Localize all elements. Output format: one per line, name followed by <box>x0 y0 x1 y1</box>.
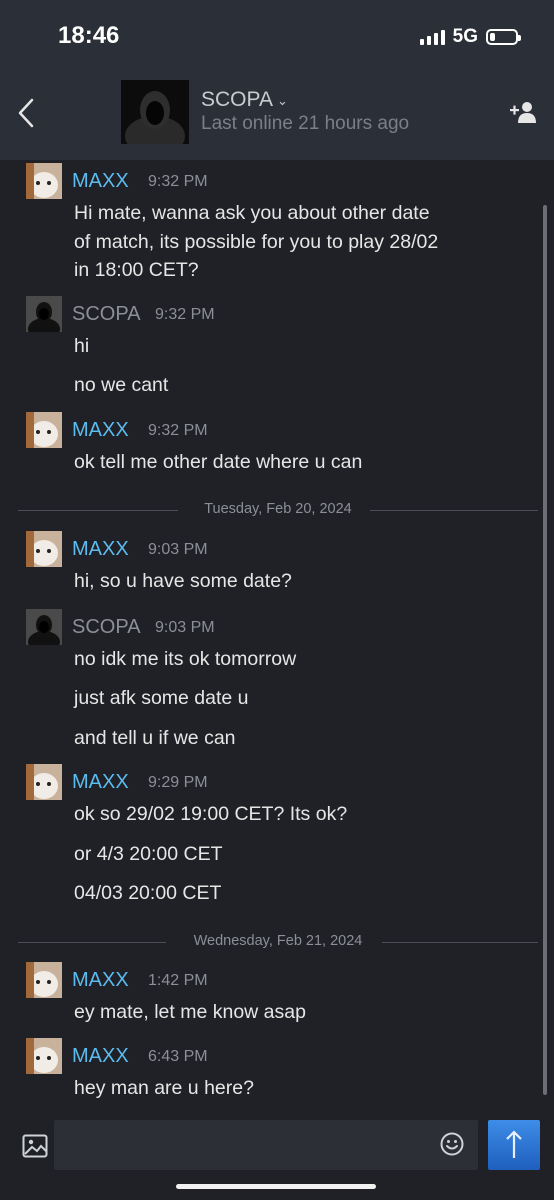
battery-icon <box>486 29 521 45</box>
avatar[interactable] <box>26 296 62 332</box>
network-type: 5G <box>452 26 478 47</box>
message-list[interactable]: MAXX 9:32 PM Hi mate, wanna ask you abou… <box>0 160 554 1110</box>
message-text: or 4/3 20:00 CET <box>74 843 223 865</box>
message-time: 6:43 PM <box>148 1048 208 1065</box>
message-text: and tell u if we can <box>74 727 236 749</box>
message-text: ok tell me other date where u can <box>74 451 363 473</box>
message-time: 9:32 PM <box>148 173 208 190</box>
message-text: of match, its possible for you to play 2… <box>74 231 439 253</box>
message-text: hi, so u have some date? <box>74 570 292 592</box>
message-text: hi <box>74 335 90 357</box>
scrollbar[interactable] <box>543 205 547 1095</box>
message-time: 9:32 PM <box>148 422 208 439</box>
message-time: 9:32 PM <box>155 306 215 323</box>
message-text: no we cant <box>74 374 169 396</box>
status-time: 18:46 <box>58 22 120 49</box>
date-divider: Wednesday, Feb 21, 2024 <box>18 932 538 952</box>
message-text: ok so 29/02 19:00 CET? Its ok? <box>74 803 348 825</box>
contact-name[interactable]: SCOPA <box>201 88 273 112</box>
avatar[interactable] <box>26 962 62 998</box>
avatar[interactable] <box>26 412 62 448</box>
message-text: ey mate, let me know asap <box>74 1001 306 1023</box>
avatar[interactable] <box>26 1038 62 1074</box>
sender-name[interactable]: MAXX <box>72 419 129 442</box>
last-online-status: Last online 21 hours ago <box>201 113 410 134</box>
sender-name[interactable]: MAXX <box>72 969 129 992</box>
chevron-left-icon[interactable] <box>14 96 40 130</box>
cellular-signal-icon <box>419 29 445 45</box>
avatar[interactable] <box>26 531 62 567</box>
message-input[interactable] <box>54 1120 478 1170</box>
app-header: 18:46 5G SCOPA ⌄ Last online 21 hours ag… <box>0 0 554 160</box>
date-divider-label: Tuesday, Feb 20, 2024 <box>204 501 352 517</box>
avatar[interactable] <box>26 764 62 800</box>
date-divider: Tuesday, Feb 20, 2024 <box>18 500 538 520</box>
status-icons: 5G <box>419 26 521 48</box>
message-text: 04/03 20:00 CET <box>74 882 222 904</box>
message-text: hey man are u here? <box>74 1077 254 1099</box>
sender-name[interactable]: MAXX <box>72 170 129 193</box>
sender-name[interactable]: SCOPA <box>72 616 141 639</box>
arrow-up-icon <box>506 1130 522 1158</box>
message-time: 9:03 PM <box>148 541 208 558</box>
sender-name[interactable]: SCOPA <box>72 303 141 326</box>
message-text: in 18:00 CET? <box>74 259 199 281</box>
message-text: Hi mate, wanna ask you about other date <box>74 202 430 224</box>
smiley-icon[interactable] <box>440 1132 464 1156</box>
message-text: just afk some date u <box>74 687 249 709</box>
avatar[interactable] <box>26 163 62 199</box>
add-user-icon[interactable] <box>510 100 538 124</box>
chevron-down-icon[interactable]: ⌄ <box>277 93 288 109</box>
image-icon[interactable] <box>22 1134 48 1158</box>
contact-avatar[interactable] <box>121 80 189 144</box>
message-time: 9:29 PM <box>148 774 208 791</box>
home-indicator <box>176 1184 376 1189</box>
avatar[interactable] <box>26 609 62 645</box>
message-time: 9:03 PM <box>155 619 215 636</box>
sender-name[interactable]: MAXX <box>72 1045 129 1068</box>
sender-name[interactable]: MAXX <box>72 771 129 794</box>
date-divider-label: Wednesday, Feb 21, 2024 <box>193 933 363 949</box>
message-time: 1:42 PM <box>148 972 208 989</box>
send-button[interactable] <box>488 1120 540 1170</box>
sender-name[interactable]: MAXX <box>72 538 129 561</box>
message-text: no idk me its ok tomorrow <box>74 648 297 670</box>
